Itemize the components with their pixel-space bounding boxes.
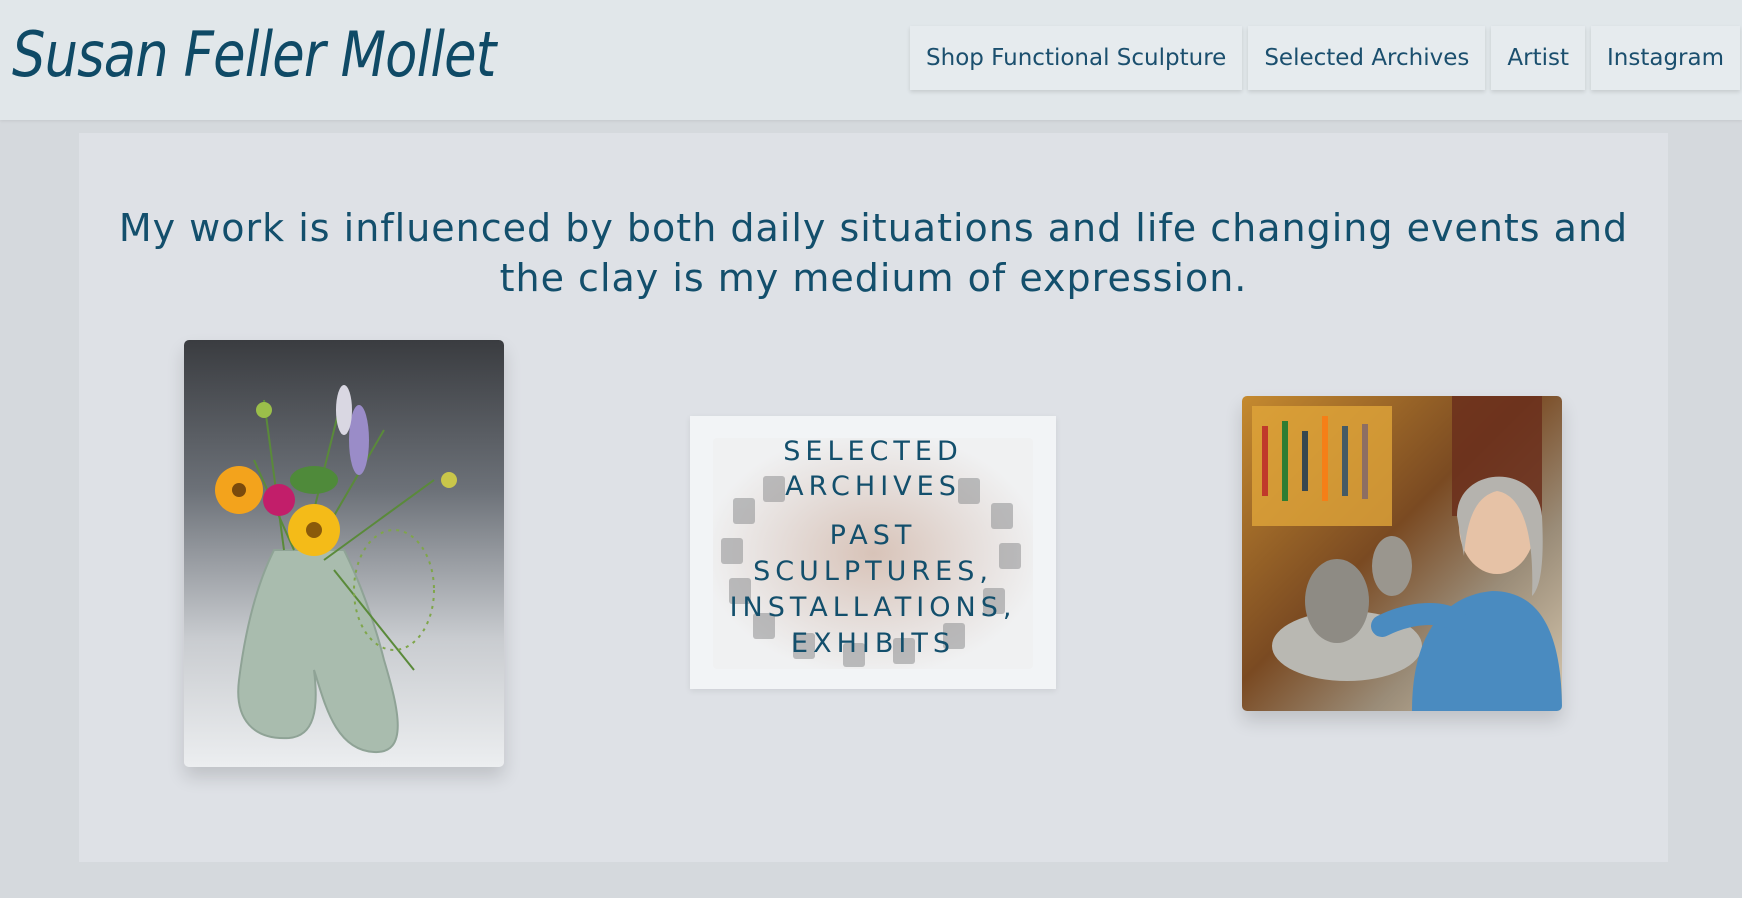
nav-item-artist[interactable]: Artist [1491, 26, 1585, 90]
archives-heading-line2: ARCHIVES [785, 471, 961, 502]
archives-subtitle-line3: INSTALLATIONS, [729, 592, 1017, 623]
artist-figure [1371, 476, 1562, 711]
artist-statement: My work is influenced by both daily situ… [118, 206, 1629, 300]
selected-archives-tile[interactable]: SELECTED ARCHIVES PAST SCULPTURES, INSTA… [690, 416, 1056, 689]
clay-vessel [1305, 559, 1369, 643]
archives-heading-line1: SELECTED [783, 438, 963, 467]
archives-background-image: SELECTED ARCHIVES PAST SCULPTURES, INSTA… [713, 438, 1033, 669]
nav-item-archives[interactable]: Selected Archives [1248, 26, 1486, 90]
archives-subtitle-line4: EXHIBITS [791, 628, 955, 659]
nav-item-instagram[interactable]: Instagram [1590, 26, 1740, 90]
site-header: Susan Feller Mollet Shop Functional Scul… [0, 0, 1742, 120]
nav-item-shop[interactable]: Shop Functional Sculpture [910, 26, 1243, 90]
site-title[interactable]: Susan Feller Mollet [12, 18, 496, 91]
artist-studio-image[interactable] [1242, 396, 1562, 711]
archives-subtitle-line1: PAST [829, 520, 917, 551]
archives-subtitle-line2: SCULPTURES, [753, 556, 993, 587]
vase-sculpture-image[interactable] [184, 340, 504, 767]
main-nav: Shop Functional Sculpture Selected Archi… [910, 26, 1740, 90]
ceramic-vase-shape [237, 549, 399, 754]
